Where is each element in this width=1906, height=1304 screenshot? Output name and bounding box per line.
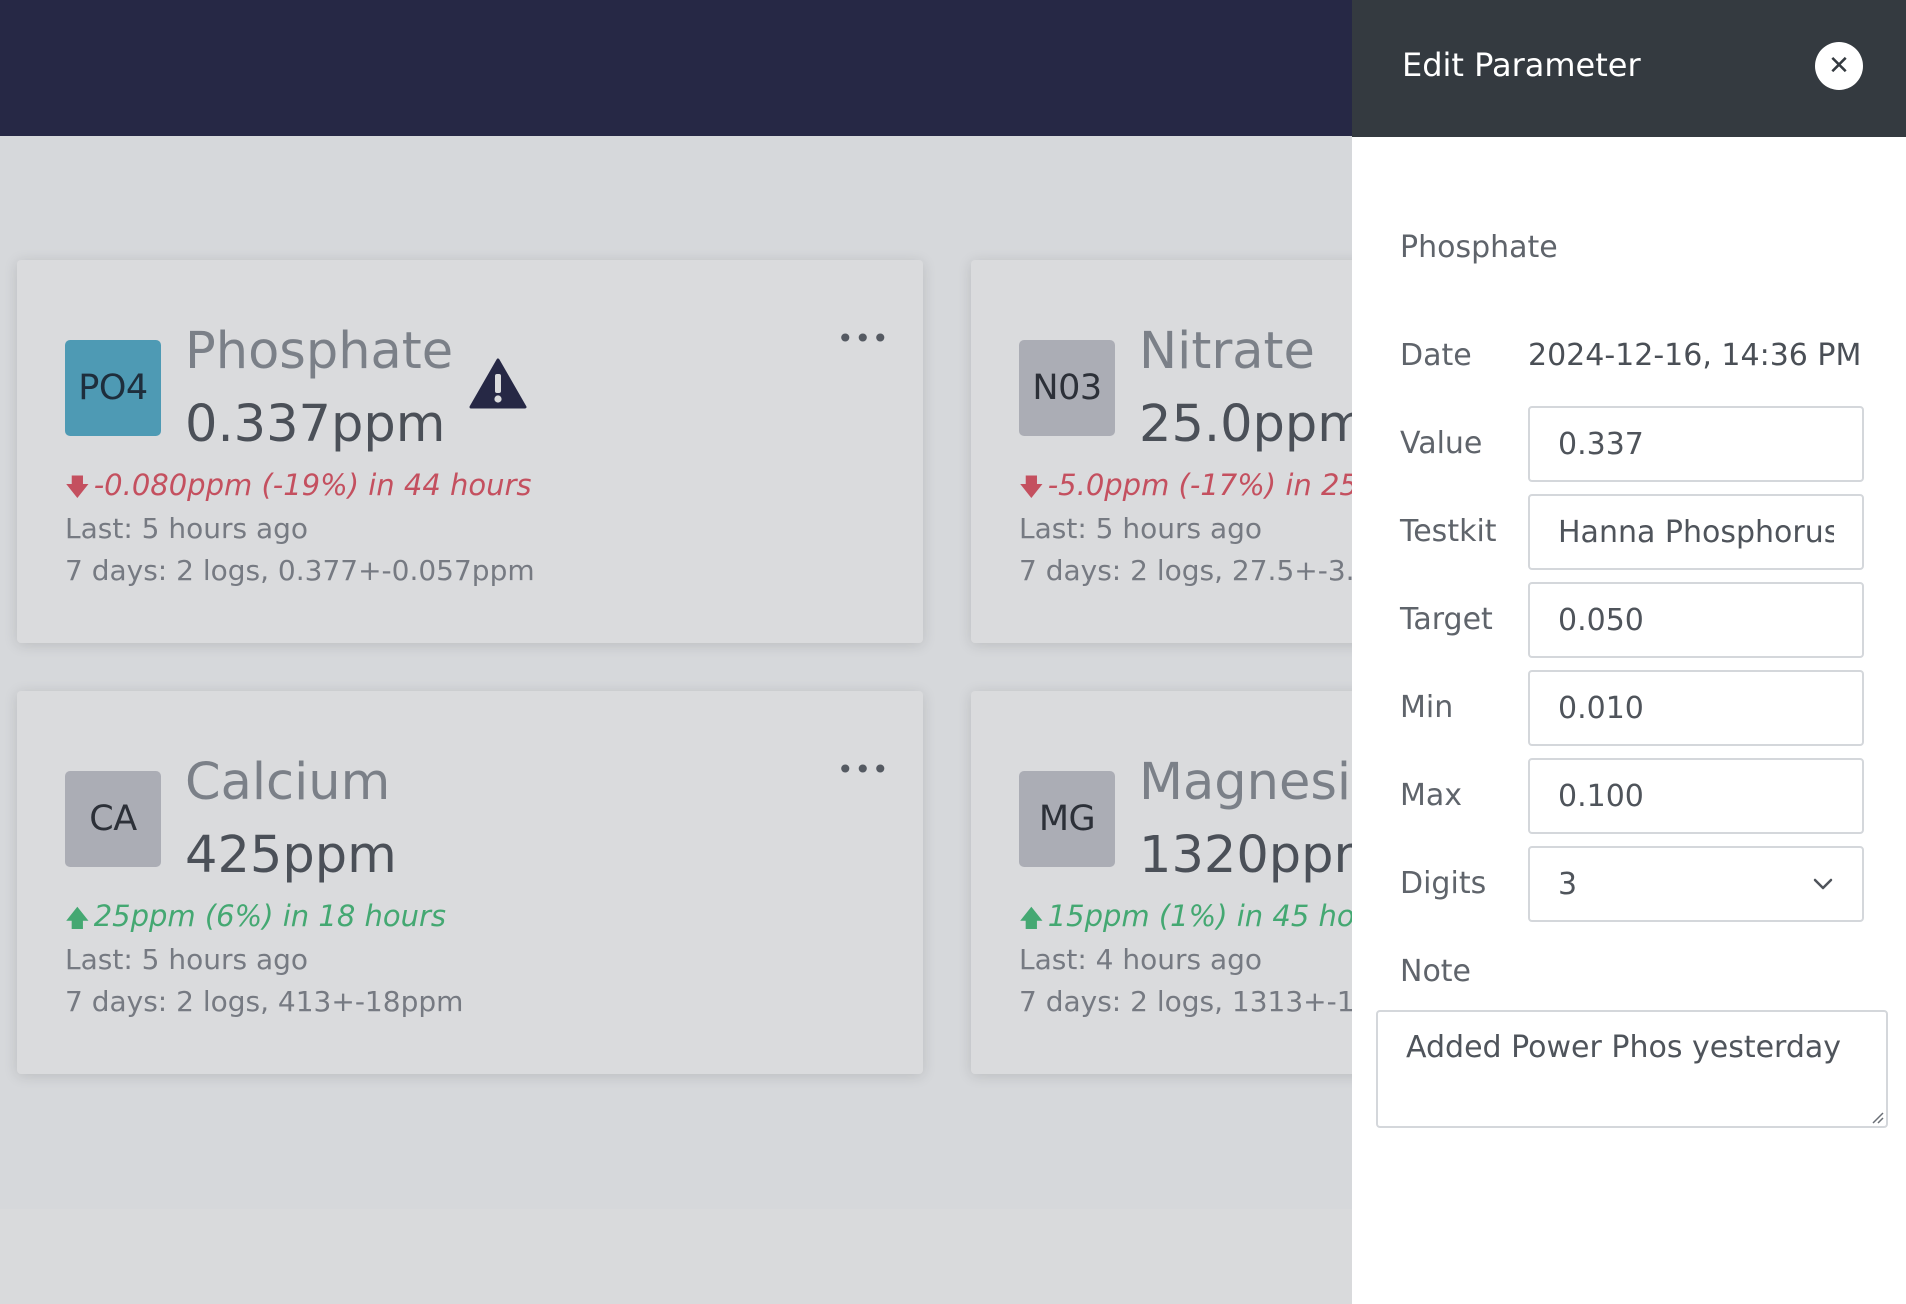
cards-area: PO4 Phosphate 0.337ppm ••• 🡇 -0.080ppm (-… bbox=[0, 0, 1352, 1304]
parameter-value: 1320ppm bbox=[1139, 826, 1352, 885]
trend-text: 🡇-5.0ppm (-17%) in 25 hours bbox=[1019, 468, 1352, 511]
max-input[interactable] bbox=[1528, 758, 1864, 834]
target-label: Target bbox=[1400, 602, 1493, 637]
last-log-text: Last: 5 hours ago bbox=[65, 512, 309, 545]
digits-label: Digits bbox=[1400, 866, 1487, 901]
value-input[interactable] bbox=[1528, 406, 1864, 482]
note-label: Note bbox=[1400, 954, 1472, 989]
parameter-value: 0.337ppm bbox=[185, 395, 446, 454]
parameter-name: Phosphate bbox=[185, 322, 454, 381]
min-label: Min bbox=[1400, 690, 1454, 725]
more-options-icon[interactable]: ••• bbox=[837, 322, 890, 355]
max-label: Max bbox=[1400, 778, 1463, 813]
parameter-card-magnesium[interactable]: MG Magnesium 1320ppm 🡅15ppm (1%) in 45 h… bbox=[971, 691, 1352, 1074]
target-input[interactable] bbox=[1528, 582, 1864, 658]
close-button[interactable]: ✕ bbox=[1815, 42, 1863, 90]
parameter-badge: MG bbox=[1019, 771, 1115, 867]
last-log-text: Last: 5 hours ago bbox=[1019, 512, 1263, 545]
close-icon: ✕ bbox=[1828, 51, 1850, 81]
panel-header: Edit Parameter ✕ bbox=[1352, 0, 1906, 137]
weekly-summary-text: 7 days: 2 logs, 1313+-11ppm bbox=[1019, 985, 1352, 1018]
parameter-badge: CA bbox=[65, 771, 161, 867]
last-log-text: Last: 4 hours ago bbox=[1019, 943, 1263, 976]
date-value: 2024-12-16, 14:36 PM bbox=[1528, 338, 1862, 373]
parameter-badge: N03 bbox=[1019, 340, 1115, 436]
trend-label: 25ppm (6%) in 18 hours bbox=[93, 899, 447, 933]
resize-grip-icon[interactable] bbox=[1870, 1110, 1884, 1124]
parameter-name: Calcium bbox=[185, 753, 391, 812]
parameter-name: Magnesium bbox=[1139, 753, 1352, 812]
panel-title: Edit Parameter bbox=[1402, 46, 1641, 84]
parameter-name: Nitrate bbox=[1139, 322, 1315, 381]
testkit-label: Testkit bbox=[1400, 514, 1497, 549]
value-label: Value bbox=[1400, 426, 1483, 461]
min-input[interactable] bbox=[1528, 670, 1864, 746]
note-textarea[interactable]: Added Power Phos yesterday bbox=[1376, 1010, 1888, 1128]
digits-select[interactable]: 3 bbox=[1528, 846, 1864, 922]
arrow-down-icon: 🡇 bbox=[65, 473, 90, 501]
parameter-value: 25.0ppm bbox=[1139, 395, 1352, 454]
weekly-summary-text: 7 days: 2 logs, 27.5+-3.5ppm bbox=[1019, 554, 1352, 587]
parameter-heading: Phosphate bbox=[1400, 230, 1558, 265]
parameter-card-nitrate[interactable]: N03 Nitrate 25.0ppm 🡇 -5.0ppm (-17%) in 2… bbox=[971, 260, 1352, 643]
parameter-badge: PO4 bbox=[65, 340, 161, 436]
trend-text: 🡅15ppm (1%) in 45 hours bbox=[1019, 899, 1352, 942]
weekly-summary-text: 7 days: 2 logs, 0.377+-0.057ppm bbox=[65, 554, 535, 587]
trend-text: 🡇 -0.080ppm (-19%) in 44 hours bbox=[65, 468, 532, 511]
trend-text: 🡅 25ppm (6%) in 18 hours bbox=[65, 899, 446, 942]
arrow-up-icon: 🡅 bbox=[65, 904, 90, 932]
digits-selected-value: 3 bbox=[1558, 866, 1578, 902]
date-label: Date bbox=[1400, 338, 1472, 373]
last-log-text: Last: 5 hours ago bbox=[65, 943, 309, 976]
chevron-down-icon bbox=[1813, 878, 1833, 890]
parameter-value: 425ppm bbox=[185, 826, 397, 885]
testkit-input[interactable] bbox=[1528, 494, 1864, 570]
trend-label: -0.080ppm (-19%) in 44 hours bbox=[93, 468, 532, 502]
warning-icon bbox=[469, 358, 527, 409]
arrow-up-icon: 🡅 bbox=[1019, 904, 1044, 932]
arrow-down-icon: 🡇 bbox=[1019, 473, 1044, 501]
trend-label: 15ppm (1%) in 45 hours bbox=[1047, 899, 1352, 933]
more-options-icon[interactable]: ••• bbox=[837, 753, 890, 786]
weekly-summary-text: 7 days: 2 logs, 413+-18ppm bbox=[65, 985, 464, 1018]
parameter-card-phosphate[interactable]: PO4 Phosphate 0.337ppm ••• 🡇 -0.080ppm (-… bbox=[17, 260, 923, 643]
trend-label: -5.0ppm (-17%) in 25 hours bbox=[1047, 468, 1352, 502]
edit-parameter-panel: Edit Parameter ✕ Phosphate Date 2024-12-… bbox=[1352, 0, 1906, 1304]
parameter-card-calcium[interactable]: CA Calcium 425ppm ••• 🡅 25ppm (6%) in 18 … bbox=[17, 691, 923, 1074]
